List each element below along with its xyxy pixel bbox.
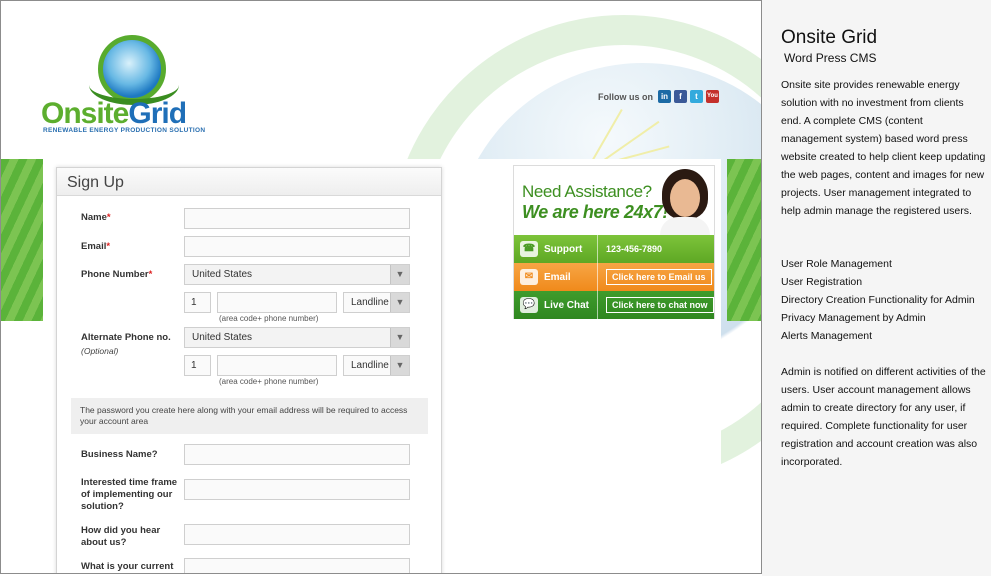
feature-item: Privacy Management by Admin bbox=[781, 312, 926, 324]
assistance-subtitle: We are here 24x7! bbox=[522, 202, 668, 222]
chat-icon: 💬 bbox=[520, 297, 538, 313]
feature-item: User Registration bbox=[781, 276, 863, 288]
chevron-down-icon: ▼ bbox=[390, 356, 409, 375]
chevron-down-icon: ▼ bbox=[390, 293, 409, 312]
chevron-down-icon: ▼ bbox=[390, 328, 409, 347]
alt-phone-label: Alternate Phone no. bbox=[81, 332, 171, 343]
alt-phone-hint: (area code+ phone number) bbox=[219, 377, 319, 386]
phone-label: Phone Number* bbox=[81, 269, 153, 280]
project-description: Onsite Grid Word Press CMS Onsite site p… bbox=[762, 0, 991, 576]
name-label: Name* bbox=[81, 212, 111, 223]
feature-item: User Role Management bbox=[781, 258, 892, 270]
website-preview: OnsiteGrid RENEWABLE ENERGY PRODUCTION S… bbox=[0, 0, 762, 574]
email-input[interactable] bbox=[184, 236, 410, 257]
logo-tagline: RENEWABLE ENERGY PRODUCTION SOLUTION bbox=[43, 127, 206, 134]
project-details: Admin is notified on different activitie… bbox=[781, 366, 986, 468]
current-input[interactable] bbox=[184, 558, 410, 573]
chat-now-button[interactable]: Click here to chat now bbox=[606, 297, 714, 313]
onsite-grid-logo[interactable]: OnsiteGrid RENEWABLE ENERGY PRODUCTION S… bbox=[41, 35, 231, 135]
signup-panel: Sign Up Name* Email* Phone Number* Unite… bbox=[56, 167, 442, 573]
alt-country-code-input[interactable]: 1 bbox=[184, 355, 211, 376]
follow-label: Follow us on bbox=[598, 91, 653, 102]
chevron-down-icon: ▼ bbox=[390, 265, 409, 284]
business-label: Business Name? bbox=[81, 449, 158, 460]
phone-type-select[interactable]: Landline ▼ bbox=[343, 292, 410, 313]
password-note: The password you create here along with … bbox=[71, 398, 428, 434]
assistance-widget: Need Assistance? We are here 24x7! ☎ Supp… bbox=[513, 165, 715, 319]
country-code-input[interactable]: 1 bbox=[184, 292, 211, 313]
phone-number-input[interactable] bbox=[217, 292, 337, 313]
optional-label: (Optional) bbox=[81, 346, 119, 356]
phone-icon: ☎ bbox=[520, 241, 538, 257]
timeframe-label: Interested time frame of implementing ou… bbox=[81, 477, 178, 512]
facebook-icon[interactable]: f bbox=[674, 90, 687, 103]
alt-phone-type-select[interactable]: Landline ▼ bbox=[343, 355, 410, 376]
feature-item: Alerts Management bbox=[781, 330, 873, 342]
hear-input[interactable] bbox=[184, 524, 410, 545]
email-us-button[interactable]: Click here to Email us bbox=[606, 269, 712, 285]
green-band-right bbox=[727, 159, 761, 321]
business-input[interactable] bbox=[184, 444, 410, 465]
green-band-left bbox=[1, 159, 43, 321]
support-label: Support bbox=[544, 243, 583, 255]
feature-item: Directory Creation Functionality for Adm… bbox=[781, 294, 975, 306]
email-label: Email bbox=[544, 271, 571, 283]
feature-list: User Role Management User Registration D… bbox=[781, 255, 975, 345]
linkedin-icon[interactable]: in bbox=[658, 90, 671, 103]
name-input[interactable] bbox=[184, 208, 410, 229]
hear-label: How did you hear about us? bbox=[81, 525, 161, 548]
project-subtitle: Word Press CMS bbox=[784, 51, 877, 65]
email-label: Email* bbox=[81, 241, 111, 252]
chat-row: 💬 Live Chat Click here to chat now bbox=[514, 291, 714, 319]
email-icon: ✉ bbox=[520, 269, 538, 285]
screenshot: OnsiteGrid RENEWABLE ENERGY PRODUCTION S… bbox=[0, 0, 991, 576]
country-select[interactable]: United States ▼ bbox=[184, 264, 410, 285]
youtube-icon[interactable]: You bbox=[706, 90, 719, 103]
logo-wordmark: OnsiteGrid bbox=[41, 97, 187, 130]
timeframe-input[interactable] bbox=[184, 479, 410, 500]
chat-label: Live Chat bbox=[544, 299, 590, 311]
alt-phone-number-input[interactable] bbox=[217, 355, 337, 376]
support-phone: 123-456-7890 bbox=[606, 244, 663, 254]
support-agent-photo bbox=[656, 169, 714, 235]
signup-title: Sign Up bbox=[67, 174, 124, 191]
project-title: Onsite Grid bbox=[781, 27, 878, 48]
support-row[interactable]: ☎ Support 123-456-7890 bbox=[514, 235, 714, 263]
phone-hint: (area code+ phone number) bbox=[219, 314, 319, 323]
assistance-title: Need Assistance? bbox=[522, 182, 652, 201]
email-row: ✉ Email Click here to Email us bbox=[514, 263, 714, 291]
current-label: What is your current bbox=[81, 561, 174, 572]
project-summary: Onsite site provides renewable energy so… bbox=[781, 79, 986, 217]
alt-country-select[interactable]: United States ▼ bbox=[184, 327, 410, 348]
follow-us: Follow us on in f t You bbox=[598, 90, 719, 103]
twitter-icon[interactable]: t bbox=[690, 90, 703, 103]
